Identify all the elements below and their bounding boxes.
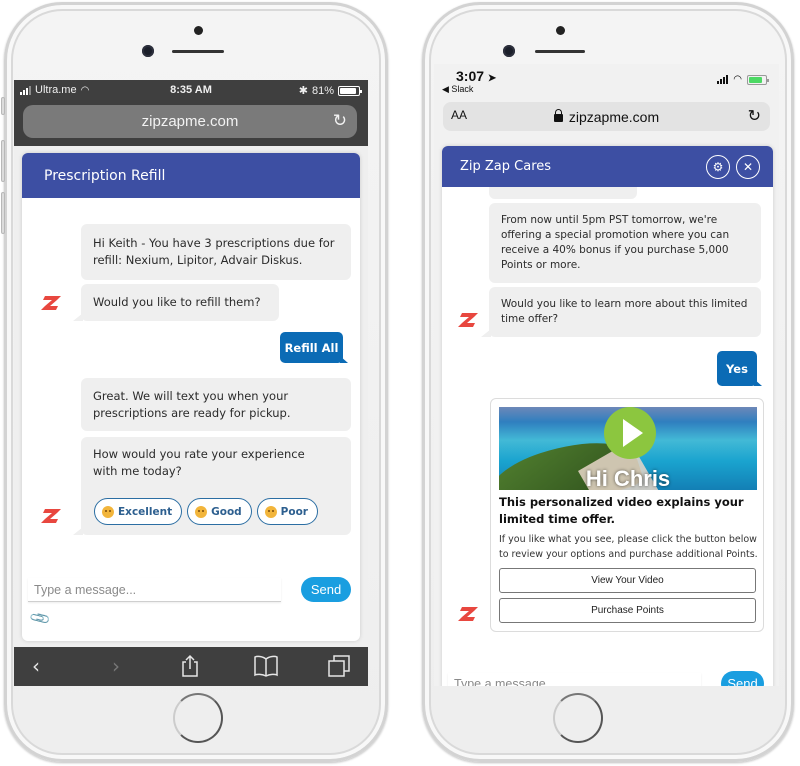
text-size-button[interactable]: AA: [451, 108, 467, 122]
back-to-app-link[interactable]: ◀ Slack: [442, 84, 473, 95]
video-card-body: If you like what you see, please click t…: [499, 534, 758, 560]
play-icon[interactable]: [604, 407, 656, 459]
url-text: zipzapme.com: [568, 108, 660, 125]
zipzap-logo-icon: [41, 509, 61, 523]
status-right: ◠: [717, 74, 769, 85]
message-text: How would you rate your experience with …: [93, 447, 305, 478]
user-message: Refill All: [280, 332, 348, 363]
proximity-sensor: [194, 26, 203, 35]
chat-header: Prescription Refill: [22, 153, 360, 198]
zipzap-logo-icon: [458, 607, 478, 621]
message-text: Yes: [726, 361, 748, 376]
message-text: Would you like to learn more about this …: [501, 298, 748, 325]
time-text: 3:07: [456, 68, 485, 84]
reload-icon[interactable]: ↻: [333, 111, 347, 131]
message-input[interactable]: [28, 578, 281, 602]
rating-options: Excellent Good Poor: [94, 498, 318, 525]
rating-excellent-button[interactable]: Excellent: [94, 498, 183, 525]
share-icon[interactable]: [178, 653, 202, 679]
rating-label: Good: [211, 505, 242, 518]
zipzap-logo-icon: [458, 313, 478, 327]
thumbnail-caption: Hi Chris: [585, 466, 671, 490]
send-label: Send: [310, 582, 342, 597]
home-button[interactable]: [553, 693, 603, 743]
bot-message-partial: [489, 187, 637, 199]
battery-percent: 81%: [311, 84, 334, 97]
wifi-icon: ◠: [733, 74, 742, 85]
video-card-title: This personalized video explains your li…: [499, 495, 744, 526]
bookmarks-icon[interactable]: [252, 653, 280, 679]
status-bar: Ultra.me ◠ 8:35 AM ✱ 81%: [14, 80, 368, 100]
url-bar[interactable]: AA zipzapme.com ↻: [443, 102, 770, 131]
chat-widget: Prescription Refill Hi Keith - You have …: [22, 153, 360, 641]
browser-chrome: zipzapme.com ↻: [14, 100, 368, 146]
user-message: Yes: [717, 351, 762, 386]
button-label: Purchase Points: [591, 605, 664, 616]
neutral-face-icon: [195, 505, 208, 518]
earpiece-speaker: [535, 50, 585, 53]
url-text: zipzapme.com: [141, 113, 239, 130]
url-bar[interactable]: zipzapme.com ↻: [23, 105, 357, 138]
message-text: Would you like to refill them?: [93, 295, 261, 309]
bot-message: From now until 5pm PST tomorrow, we're o…: [489, 203, 761, 283]
close-icon[interactable]: ✕: [736, 155, 760, 179]
message-text: Refill All: [284, 340, 339, 355]
battery-icon: [338, 85, 362, 96]
status-right: ✱ 81%: [298, 84, 362, 97]
right-screen-cutoff: [434, 686, 779, 692]
zipzap-logo-icon: [41, 296, 61, 310]
button-label: View Your Video: [591, 575, 664, 586]
send-label: Send: [727, 676, 758, 686]
battery-charging-icon: [747, 74, 769, 85]
rating-poor-button[interactable]: Poor: [256, 498, 318, 525]
status-bar: 3:07 ➤ ◀ Slack ◠: [434, 64, 779, 104]
chat-widget: Zip Zap Cares ⚙ ✕ From now until 5pm PST…: [442, 146, 773, 686]
front-camera: [503, 45, 515, 57]
right-phone-screen: 3:07 ➤ ◀ Slack ◠ AA zipzapme.com ↻ Zip Z…: [434, 64, 779, 686]
rating-label: Excellent: [118, 505, 173, 518]
left-phone-screen: Ultra.me ◠ 8:35 AM ✱ 81% zipzapme.com ↻ …: [14, 80, 368, 686]
chat-header: Zip Zap Cares ⚙ ✕: [442, 146, 773, 187]
bot-message: Hi Keith - You have 3 prescriptions due …: [81, 224, 351, 280]
sad-face-icon: [264, 505, 277, 518]
volume-down-button: [1, 192, 5, 234]
proximity-sensor: [556, 26, 565, 35]
volume-up-button: [1, 140, 5, 182]
home-button[interactable]: [173, 693, 223, 743]
bot-message: Would you like to refill them?: [73, 284, 279, 321]
message-text: Hi Keith - You have 3 prescriptions due …: [93, 236, 335, 267]
video-card: Hi Chris This personalized video explain…: [490, 398, 764, 632]
bot-message: Would you like to learn more about this …: [481, 287, 761, 337]
browser-toolbar: ‹ ›: [14, 647, 368, 686]
purchase-points-button[interactable]: Purchase Points: [499, 598, 756, 623]
message-input[interactable]: [448, 673, 701, 686]
signal-icon: [717, 75, 729, 84]
location-arrow-icon: ➤: [487, 73, 497, 84]
forward-icon[interactable]: ›: [106, 653, 126, 679]
tabs-icon[interactable]: [326, 653, 352, 679]
video-thumbnail[interactable]: Hi Chris: [499, 407, 757, 490]
lock-icon: [553, 108, 563, 122]
front-camera: [142, 45, 154, 57]
paperclip-icon[interactable]: 📎: [29, 607, 52, 630]
earpiece-speaker: [172, 50, 224, 53]
mute-switch: [1, 97, 5, 115]
rating-good-button[interactable]: Good: [187, 498, 252, 525]
status-time: 3:07 ➤: [456, 68, 496, 84]
gear-icon[interactable]: ⚙: [706, 155, 730, 179]
bluetooth-icon: ✱: [298, 85, 308, 97]
send-button[interactable]: Send: [301, 577, 351, 602]
back-icon[interactable]: ‹: [26, 653, 46, 679]
happy-face-icon: [102, 505, 114, 518]
message-text: Great. We will text you when your prescr…: [93, 388, 291, 420]
message-text: From now until 5pm PST tomorrow, we're o…: [501, 214, 730, 271]
chat-title: Zip Zap Cares: [460, 159, 552, 174]
view-video-button[interactable]: View Your Video: [499, 568, 756, 593]
rating-label: Poor: [280, 505, 308, 518]
chat-title: Prescription Refill: [44, 167, 166, 184]
bot-message: Great. We will text you when your prescr…: [81, 378, 351, 431]
reload-icon[interactable]: ↻: [748, 106, 761, 126]
send-button[interactable]: Send: [721, 671, 764, 686]
